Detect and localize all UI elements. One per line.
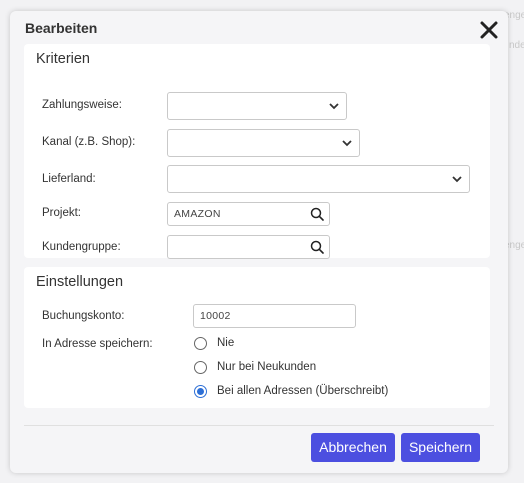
radio-label: Nur bei Neukunden bbox=[217, 361, 317, 373]
project-input-value: AMAZON bbox=[174, 208, 221, 220]
customer-group-input[interactable] bbox=[167, 235, 330, 259]
settings-panel: Einstellungen Buchungskonto: 10002 In Ad… bbox=[24, 267, 490, 408]
project-label: Projekt: bbox=[42, 207, 81, 219]
dialog-title: Bearbeiten bbox=[25, 20, 98, 36]
cancel-button[interactable]: Abbrechen bbox=[311, 433, 395, 462]
chevron-down-icon bbox=[329, 103, 339, 110]
chevron-down-icon bbox=[452, 176, 462, 183]
background-fragment: nde bbox=[509, 40, 524, 51]
criteria-panel: Kriterien Zahlungsweise: Kanal (z.B. Sho… bbox=[24, 44, 490, 259]
settings-title: Einstellungen bbox=[36, 274, 124, 290]
account-input[interactable]: 10002 bbox=[193, 304, 356, 328]
account-label: Buchungskonto: bbox=[42, 310, 125, 322]
radio-label: Nie bbox=[217, 337, 235, 349]
criteria-title: Kriterien bbox=[36, 51, 90, 67]
footer-divider bbox=[24, 425, 494, 426]
radio-button[interactable] bbox=[194, 337, 207, 350]
customer-group-label: Kundengruppe: bbox=[42, 241, 121, 253]
payment-select[interactable] bbox=[167, 92, 347, 120]
radio-button-checked[interactable] bbox=[194, 385, 207, 398]
chevron-down-icon bbox=[342, 140, 352, 147]
save-button[interactable]: Speichern bbox=[401, 433, 480, 462]
country-label: Lieferland: bbox=[42, 173, 96, 185]
edit-dialog: Bearbeiten Kriterien Zahlungsweise: Kana… bbox=[10, 11, 508, 473]
channel-select[interactable] bbox=[167, 129, 360, 157]
project-input[interactable]: AMAZON bbox=[167, 202, 330, 226]
country-select[interactable] bbox=[167, 165, 470, 193]
close-icon bbox=[480, 21, 498, 39]
channel-label: Kanal (z.B. Shop): bbox=[42, 136, 136, 148]
account-input-value: 10002 bbox=[200, 310, 231, 322]
radio-button[interactable] bbox=[194, 361, 207, 374]
close-button[interactable] bbox=[478, 19, 500, 41]
radio-label: Bei allen Adressen (Überschreibt) bbox=[217, 385, 389, 397]
search-icon[interactable] bbox=[310, 207, 324, 221]
search-icon[interactable] bbox=[310, 240, 324, 254]
save-in-address-label: In Adresse speichern: bbox=[42, 338, 153, 350]
payment-label: Zahlungsweise: bbox=[42, 99, 122, 111]
